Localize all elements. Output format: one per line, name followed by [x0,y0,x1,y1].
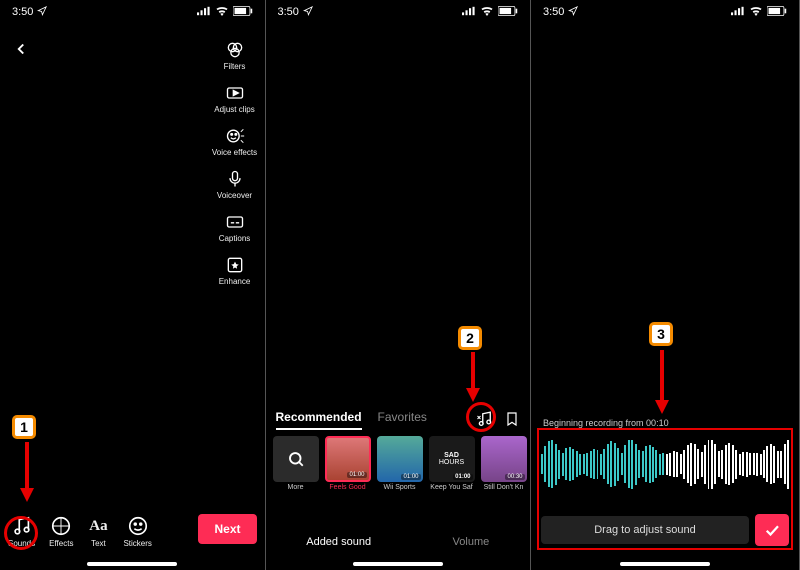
sound-still-dont-kn[interactable]: 00:30 Still Don't Kn [480,436,528,491]
wifi-icon [480,6,494,19]
sound-label: More [288,484,304,491]
screen-2-sounds: 3:50 Recommended Favorites More [266,0,532,570]
enhance-icon [225,255,245,275]
effects-icon [50,515,72,537]
location-icon [37,6,47,19]
sound-label: Still Don't Kn [484,484,524,491]
status-bar: 3:50 [531,0,799,24]
tool-label: Effects [49,539,73,548]
tool-voice-effects[interactable]: Voice effects [211,126,259,157]
location-icon [568,6,578,19]
battery-icon [498,6,518,19]
sound-label: Keep You Saf [430,484,472,491]
annotation-arrow-3 [655,350,669,419]
back-button[interactable] [12,40,32,60]
battery-icon [767,6,787,19]
tool-label: Enhance [219,277,251,286]
sound-tabs: Recommended Favorites [276,410,427,430]
signal-icon [462,6,476,19]
tool-stickers[interactable]: Stickers [123,515,151,548]
annotation-arrow-1 [20,442,34,507]
adjust-clips-icon [225,83,245,103]
sound-wii-sports[interactable]: 01:00 Wii Sports [376,436,424,491]
status-bar: 3:50 [266,0,531,24]
tool-adjust-clips[interactable]: Adjust clips [211,83,259,114]
home-indicator[interactable] [87,562,177,566]
sound-more[interactable]: More [272,436,320,491]
side-toolbar: Filters Adjust clips Voice effects Voice… [211,40,259,286]
battery-icon [233,6,253,19]
sound-label: Feels Good [329,484,365,491]
next-label: Next [214,522,240,536]
signal-icon [197,6,211,19]
tool-label: Text [91,539,106,548]
next-button[interactable]: Next [198,514,256,544]
screen-3-adjust: 3:50 Beginning recording from 00:10 Drag… [531,0,800,570]
annotation-badge-2: 2 [458,326,482,350]
voice-effects-icon [225,126,245,146]
tool-label: Voiceover [217,191,252,200]
screen-1-editor: 3:50 Filters [0,0,266,570]
tab-added-sound[interactable]: Added sound [306,536,371,548]
recording-start-text: Beginning recording from 00:10 [543,418,669,428]
tool-enhance[interactable]: Enhance [211,255,259,286]
status-bar: 3:50 [0,0,265,24]
tool-voiceover[interactable]: Voiceover [211,169,259,200]
tool-label: Captions [219,234,251,243]
stickers-icon [127,515,149,537]
captions-icon [225,212,245,232]
home-indicator[interactable] [353,562,443,566]
sound-label: Wii Sports [384,484,416,491]
sound-bottom-tabs: Added sound Volume [266,536,531,548]
location-icon [303,6,313,19]
tab-volume[interactable]: Volume [453,536,490,548]
annotation-badge-3: 3 [649,322,673,346]
annotation-rect-3 [537,428,793,550]
tab-recommended[interactable]: Recommended [276,410,362,430]
text-icon: Aa [87,515,109,537]
tool-text[interactable]: Aa Text [87,515,109,548]
tool-captions[interactable]: Captions [211,212,259,243]
status-time: 3:50 [12,6,33,18]
sound-keep-you-saf[interactable]: SADHOURS 01:00 Keep You Saf [428,436,476,491]
signal-icon [731,6,745,19]
annotation-arrow-2 [466,352,480,407]
tool-label: Filters [224,62,246,71]
annotation-circle-2 [466,402,496,432]
filters-icon [225,40,245,60]
tool-label: Voice effects [212,148,257,157]
bookmark-icon[interactable] [504,411,520,432]
status-time: 3:50 [543,6,564,18]
home-indicator[interactable] [620,562,710,566]
wifi-icon [749,6,763,19]
annotation-badge-1: 1 [12,415,36,439]
tool-label: Stickers [123,539,151,548]
tool-filters[interactable]: Filters [211,40,259,71]
tool-effects[interactable]: Effects [49,515,73,548]
sound-feels-good[interactable]: 01:00 Feels Good [324,436,372,491]
tab-favorites[interactable]: Favorites [378,410,427,430]
status-time: 3:50 [278,6,299,18]
annotation-circle-1 [4,516,38,550]
sounds-row[interactable]: More 01:00 Feels Good 01:00 Wii Sports S… [272,436,531,491]
tool-label: Adjust clips [214,105,254,114]
wifi-icon [215,6,229,19]
voiceover-icon [225,169,245,189]
